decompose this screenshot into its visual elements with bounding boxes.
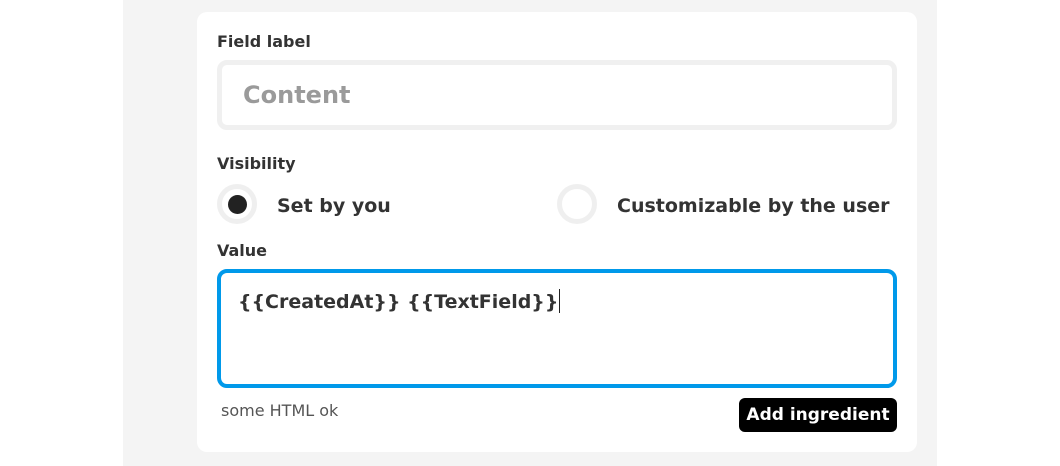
value-textarea[interactable]: {{CreatedAt}} {{TextField}} [217, 269, 897, 388]
radio-label-set-by-you[interactable]: Set by you [277, 195, 391, 217]
field-label-box [217, 60, 897, 130]
radio-set-by-you[interactable] [217, 184, 257, 224]
visibility-heading: Visibility [217, 154, 296, 173]
radio-label-customizable[interactable]: Customizable by the user [617, 195, 890, 217]
value-text: {{CreatedAt}} {{TextField}} [238, 291, 559, 313]
text-caret [559, 289, 561, 313]
radio-customizable[interactable] [557, 184, 597, 224]
radio-selected-dot [227, 194, 247, 214]
value-textarea-content[interactable]: {{CreatedAt}} {{TextField}} [238, 289, 561, 313]
field-label-heading: Field label [217, 32, 311, 51]
value-heading: Value [217, 241, 268, 260]
field-label-input[interactable] [222, 65, 892, 125]
add-ingredient-button[interactable]: Add ingredient [739, 398, 897, 432]
helper-text: some HTML ok [221, 401, 339, 420]
